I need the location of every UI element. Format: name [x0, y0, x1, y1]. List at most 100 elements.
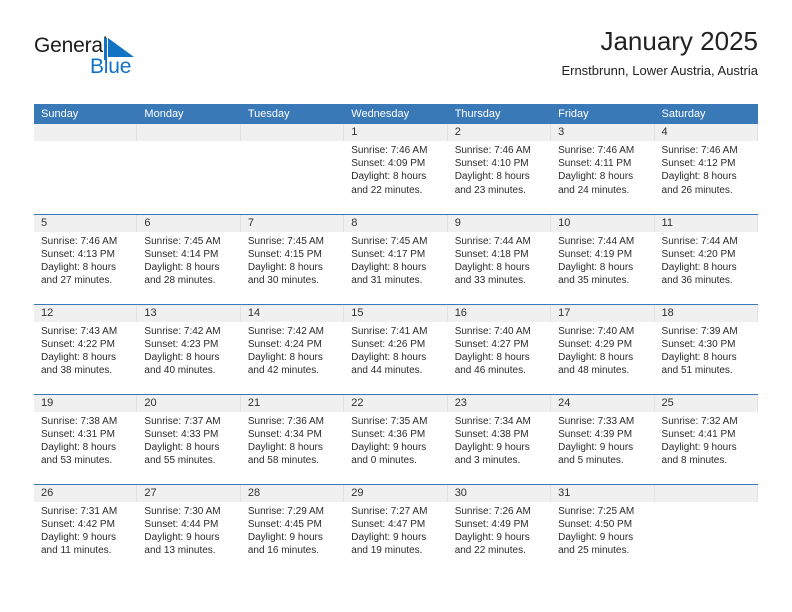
day-number: 25 [654, 394, 758, 412]
daylight-text-line2: and 51 minutes. [661, 365, 733, 377]
brand-logo[interactable]: General Blue [34, 34, 214, 82]
daylight-text-line2: and 25 minutes. [558, 545, 630, 557]
sunset-text: Sunset: 4:30 PM [661, 338, 736, 350]
sunset-text: Sunset: 4:31 PM [41, 428, 115, 440]
sunrise-text: Sunrise: 7:29 AM [247, 505, 324, 517]
day-cell[interactable]: 10 Sunrise: 7:44 AM Sunset: 4:19 PM Dayligh… [551, 213, 655, 304]
sunrise-text: Sunrise: 7:44 AM [661, 235, 738, 247]
day-cell[interactable]: 17 Sunrise: 7:40 AM Sunset: 4:29 PM Dayligh… [551, 303, 655, 394]
day-details: Sunrise: 7:33 AM Sunset: 4:39 PM Daylight:… [551, 412, 654, 468]
day-cell[interactable]: 13 Sunrise: 7:42 AM Sunset: 4:23 PM Dayligh… [137, 303, 241, 394]
day-cell[interactable]: 19 Sunrise: 7:38 AM Sunset: 4:31 PM Dayligh… [34, 393, 138, 484]
day-cell[interactable]: 11 Sunrise: 7:44 AM Sunset: 4:20 PM Dayligh… [654, 213, 758, 304]
day-cell[interactable]: 7 Sunrise: 7:45 AM Sunset: 4:15 PM Daylight… [240, 213, 345, 304]
sunset-text: Sunset: 4:26 PM [351, 338, 426, 350]
day-cell[interactable]: 1 Sunrise: 7:46 AM Sunset: 4:09 PM Daylight… [344, 124, 448, 214]
day-details: Sunrise: 7:46 AM Sunset: 4:10 PM Daylight:… [448, 141, 551, 197]
daylight-text-line1: Daylight: 8 hours [144, 261, 220, 273]
day-number: 3 [551, 124, 655, 141]
day-details: Sunrise: 7:46 AM Sunset: 4:13 PM Daylight:… [34, 232, 137, 288]
daylight-text-line2: and 26 minutes. [661, 184, 733, 196]
calendar-body: 1 Sunrise: 7:46 AM Sunset: 4:09 PM Daylight… [34, 124, 758, 574]
sunrise-text: Sunrise: 7:46 AM [351, 145, 428, 156]
day-number: 11 [654, 214, 758, 232]
day-cell[interactable]: 24 Sunrise: 7:33 AM Sunset: 4:39 PM Dayligh… [551, 393, 655, 484]
day-cell[interactable]: 29 Sunrise: 7:27 AM Sunset: 4:47 PM Dayligh… [344, 483, 448, 574]
day-cell[interactable]: 6 Sunrise: 7:45 AM Sunset: 4:14 PM Daylight… [137, 213, 241, 304]
day-number: 1 [344, 124, 448, 141]
weekday-header-thursday: Thursday [447, 104, 552, 124]
sunset-text: Sunset: 4:22 PM [41, 338, 115, 350]
daylight-text-line2: and 30 minutes. [247, 275, 320, 287]
sunrise-text: Sunrise: 7:36 AM [247, 415, 324, 427]
daylight-text-line2: and 48 minutes. [558, 365, 630, 377]
day-number: 9 [447, 214, 552, 232]
day-number: 28 [240, 484, 345, 502]
daylight-text-line1: Daylight: 8 hours [351, 351, 427, 363]
day-cell[interactable]: 8 Sunrise: 7:45 AM Sunset: 4:17 PM Daylight… [344, 213, 448, 304]
daylight-text-line2: and 11 minutes. [41, 545, 112, 557]
sunset-text: Sunset: 4:11 PM [558, 158, 632, 170]
sunset-text: Sunset: 4:33 PM [144, 428, 219, 440]
day-details: Sunrise: 7:45 AM Sunset: 4:14 PM Daylight:… [137, 232, 240, 288]
calendar-week-row: 19 Sunrise: 7:38 AM Sunset: 4:31 PM Dayligh… [34, 393, 758, 484]
calendar-week-row: 5 Sunrise: 7:46 AM Sunset: 4:13 PM Daylight… [34, 213, 758, 304]
day-cell[interactable]: 15 Sunrise: 7:41 AM Sunset: 4:26 PM Dayligh… [344, 303, 448, 394]
day-number: 22 [344, 394, 448, 412]
sunset-text: Sunset: 4:45 PM [247, 518, 322, 530]
day-number: 12 [34, 304, 138, 322]
day-number: 14 [240, 304, 345, 322]
day-cell[interactable]: 20 Sunrise: 7:37 AM Sunset: 4:33 PM Dayligh… [137, 393, 241, 484]
day-cell[interactable]: 12 Sunrise: 7:43 AM Sunset: 4:22 PM Dayligh… [34, 303, 138, 394]
sunset-text: Sunset: 4:14 PM [144, 248, 219, 260]
day-details: Sunrise: 7:45 AM Sunset: 4:17 PM Daylight:… [344, 232, 447, 288]
sunrise-text: Sunrise: 7:27 AM [351, 505, 428, 517]
day-cell[interactable]: 9 Sunrise: 7:44 AM Sunset: 4:18 PM Daylight… [447, 213, 552, 304]
sunrise-text: Sunrise: 7:41 AM [351, 325, 428, 337]
daylight-text-line2: and 28 minutes. [144, 275, 216, 287]
daylight-text-line1: Daylight: 8 hours [454, 351, 530, 363]
sunrise-text: Sunrise: 7:46 AM [558, 145, 635, 156]
day-cell[interactable]: 18 Sunrise: 7:39 AM Sunset: 4:30 PM Dayligh… [654, 303, 758, 394]
sunrise-text: Sunrise: 7:42 AM [144, 325, 221, 337]
day-cell[interactable]: 23 Sunrise: 7:34 AM Sunset: 4:38 PM Dayligh… [447, 393, 552, 484]
sunrise-text: Sunrise: 7:30 AM [144, 505, 221, 517]
day-cell[interactable]: 2 Sunrise: 7:46 AM Sunset: 4:10 PM Daylight… [447, 124, 552, 214]
sunset-text: Sunset: 4:47 PM [351, 518, 426, 530]
weekday-header-saturday: Saturday [654, 104, 758, 124]
day-cell[interactable]: 4 Sunrise: 7:46 AM Sunset: 4:12 PM Daylight… [654, 124, 758, 214]
day-cell[interactable]: 26 Sunrise: 7:31 AM Sunset: 4:42 PM Dayligh… [34, 483, 138, 574]
daylight-text-line2: and 33 minutes. [454, 275, 526, 287]
day-cell[interactable]: 28 Sunrise: 7:29 AM Sunset: 4:45 PM Dayligh… [240, 483, 345, 574]
daylight-text-line2: and 0 minutes. [351, 455, 417, 467]
day-cell[interactable]: 5 Sunrise: 7:46 AM Sunset: 4:13 PM Daylight… [34, 213, 138, 304]
daylight-text-line2: and 55 minutes. [144, 455, 216, 467]
day-number [654, 484, 758, 502]
day-cell[interactable]: 22 Sunrise: 7:35 AM Sunset: 4:36 PM Dayligh… [344, 393, 448, 484]
sunrise-text: Sunrise: 7:39 AM [661, 325, 738, 337]
day-number: 26 [34, 484, 138, 502]
day-cell[interactable]: 25 Sunrise: 7:32 AM Sunset: 4:41 PM Dayligh… [654, 393, 758, 484]
day-details: Sunrise: 7:34 AM Sunset: 4:38 PM Daylight:… [448, 412, 551, 468]
day-cell[interactable]: 27 Sunrise: 7:30 AM Sunset: 4:44 PM Dayligh… [137, 483, 241, 574]
daylight-text-line2: and 16 minutes. [247, 545, 320, 557]
day-cell[interactable]: 21 Sunrise: 7:36 AM Sunset: 4:34 PM Dayligh… [240, 393, 345, 484]
calendar-week-row: 1 Sunrise: 7:46 AM Sunset: 4:09 PM Daylight… [34, 124, 758, 214]
day-cell[interactable]: 14 Sunrise: 7:42 AM Sunset: 4:24 PM Dayligh… [240, 303, 345, 394]
sunrise-text: Sunrise: 7:38 AM [41, 415, 118, 427]
day-cell[interactable]: 16 Sunrise: 7:40 AM Sunset: 4:27 PM Dayligh… [447, 303, 552, 394]
day-number: 4 [654, 124, 758, 141]
day-cell[interactable]: 3 Sunrise: 7:46 AM Sunset: 4:11 PM Daylight… [551, 124, 655, 214]
day-cell[interactable]: 31 Sunrise: 7:25 AM Sunset: 4:50 PM Dayligh… [551, 483, 655, 574]
sunrise-text: Sunrise: 7:40 AM [454, 325, 531, 337]
weekday-header-monday: Monday [137, 104, 241, 124]
day-details: Sunrise: 7:39 AM Sunset: 4:30 PM Daylight:… [655, 322, 758, 378]
calendar-header-row: Sunday Monday Tuesday Wednesday Thursday… [34, 104, 758, 124]
daylight-text-line2: and 44 minutes. [351, 365, 423, 377]
brand-name-blue: Blue [90, 55, 132, 78]
day-details: Sunrise: 7:38 AM Sunset: 4:31 PM Daylight:… [34, 412, 137, 468]
daylight-text-line1: Daylight: 8 hours [41, 351, 117, 363]
day-cell[interactable]: 30 Sunrise: 7:26 AM Sunset: 4:49 PM Dayligh… [447, 483, 552, 574]
daylight-text-line1: Daylight: 9 hours [41, 531, 117, 543]
sunrise-text: Sunrise: 7:45 AM [144, 235, 221, 247]
